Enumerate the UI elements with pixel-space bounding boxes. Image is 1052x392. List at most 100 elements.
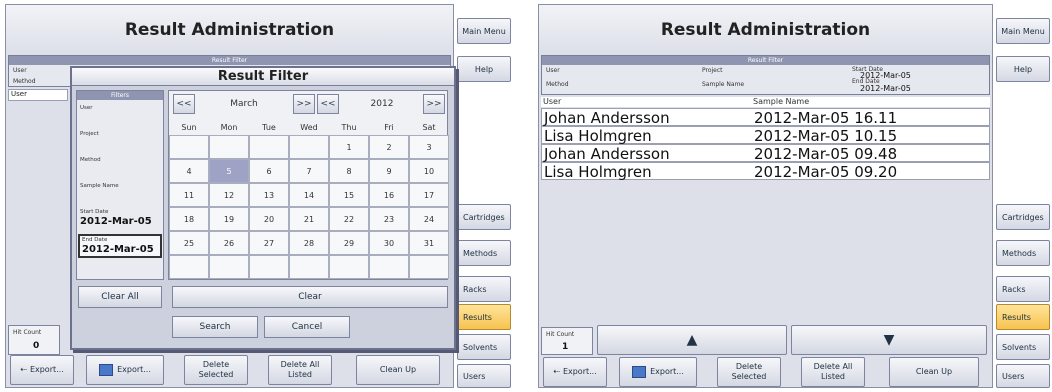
- calendar-day-cell[interactable]: 22: [329, 207, 369, 231]
- filter-user-label: User: [13, 67, 27, 74]
- main-menu-button-right[interactable]: Main Menu: [996, 18, 1050, 44]
- solvents-button[interactable]: Solvents: [457, 334, 511, 360]
- filter-row-project[interactable]: Project: [80, 131, 99, 137]
- calendar-day-cell[interactable]: 11: [169, 183, 209, 207]
- next-month-button[interactable]: >>: [293, 94, 315, 114]
- delete-all-listed-button-right[interactable]: Delete All Listed: [801, 357, 865, 387]
- calendar-day-cell[interactable]: 15: [329, 183, 369, 207]
- results-button-right[interactable]: Results: [996, 304, 1050, 330]
- search-button[interactable]: Search: [172, 316, 258, 338]
- calendar-day-cell[interactable]: [289, 135, 329, 159]
- row-date: 2012-Mar-05 16.11: [754, 109, 898, 127]
- calendar-day-cell[interactable]: 10: [409, 159, 449, 183]
- calendar-day-cell[interactable]: [369, 255, 409, 279]
- calendar-day-cell[interactable]: 31: [409, 231, 449, 255]
- calendar-day-cell[interactable]: 9: [369, 159, 409, 183]
- table-row[interactable]: Johan Andersson 2012-Mar-05 16.11: [541, 108, 990, 127]
- calendar-day-cell[interactable]: [249, 135, 289, 159]
- start-date-value[interactable]: 2012-Mar-05: [80, 216, 152, 227]
- hit-count-box-right: Hit Count 1: [541, 327, 593, 355]
- scroll-down-button[interactable]: ▼: [791, 325, 987, 355]
- results-button[interactable]: Results: [457, 304, 511, 330]
- calendar-day-cell[interactable]: 29: [329, 231, 369, 255]
- calendar-day-cell[interactable]: 2: [369, 135, 409, 159]
- export-network-button-right[interactable]: Export...: [619, 357, 697, 387]
- filter-row-user[interactable]: User: [80, 105, 93, 111]
- user-column-header[interactable]: User: [8, 89, 68, 101]
- methods-button-right[interactable]: Methods: [996, 240, 1050, 266]
- delete-all-listed-button[interactable]: Delete All Listed: [268, 355, 332, 385]
- end-date-field[interactable]: End Date 2012-Mar-05: [78, 234, 162, 258]
- calendar-day-cell[interactable]: 17: [409, 183, 449, 207]
- table-row[interactable]: Johan Andersson 2012-Mar-05 09.48: [541, 144, 990, 163]
- calendar-day-cell[interactable]: 25: [169, 231, 209, 255]
- clean-up-button[interactable]: Clean Up: [356, 355, 440, 385]
- table-row[interactable]: Lisa Holmgren 2012-Mar-05 10.15: [541, 126, 990, 145]
- calendar-day-cell[interactable]: 19: [209, 207, 249, 231]
- calendar-day-cell[interactable]: 23: [369, 207, 409, 231]
- help-button[interactable]: Help: [457, 56, 511, 82]
- clean-up-button-right[interactable]: Clean Up: [889, 357, 979, 387]
- row-date: 2012-Mar-05 09.48: [754, 145, 898, 163]
- result-filter-bar-right[interactable]: Result Filter User Method Project Sample…: [541, 55, 990, 95]
- filter-project-label: Project: [702, 67, 723, 74]
- calendar-day-cell[interactable]: 6: [249, 159, 289, 183]
- calendar-day-cell[interactable]: [209, 135, 249, 159]
- results-table-header[interactable]: User Sample Name: [541, 97, 990, 107]
- calendar-day-cell[interactable]: 5: [209, 159, 249, 183]
- racks-button-right[interactable]: Racks: [996, 276, 1050, 302]
- calendar-day-cell[interactable]: [169, 255, 209, 279]
- export-network-button[interactable]: Export...: [86, 355, 164, 385]
- calendar-day-cell[interactable]: 8: [329, 159, 369, 183]
- calendar-day-cell[interactable]: 4: [169, 159, 209, 183]
- calendar-day-cell[interactable]: 16: [369, 183, 409, 207]
- solvents-button-right[interactable]: Solvents: [996, 334, 1050, 360]
- users-button-right[interactable]: Users: [996, 364, 1050, 388]
- calendar-day-cell[interactable]: 14: [289, 183, 329, 207]
- delete-selected-button-right[interactable]: Delete Selected: [717, 357, 781, 387]
- filter-row-method[interactable]: Method: [80, 157, 101, 163]
- delete-selected-button[interactable]: Delete Selected: [184, 355, 248, 385]
- calendar-day-cell[interactable]: [289, 255, 329, 279]
- calendar-day-cell[interactable]: 27: [249, 231, 289, 255]
- calendar-day-cell[interactable]: 20: [249, 207, 289, 231]
- clear-button[interactable]: Clear: [172, 286, 448, 308]
- export-usb-button-right[interactable]: ⇠ Export...: [543, 357, 607, 387]
- prev-month-button[interactable]: <<: [173, 94, 195, 114]
- help-button-right[interactable]: Help: [996, 56, 1050, 82]
- calendar-day-cell[interactable]: 24: [409, 207, 449, 231]
- main-menu-button[interactable]: Main Menu: [457, 18, 511, 44]
- cartridges-button[interactable]: Cartridges: [457, 204, 511, 230]
- year-label: 2012: [370, 99, 394, 109]
- racks-button[interactable]: Racks: [457, 276, 511, 302]
- filter-row-sample-name[interactable]: Sample Name: [80, 183, 119, 189]
- calendar-day-cell[interactable]: 3: [409, 135, 449, 159]
- users-button[interactable]: Users: [457, 364, 511, 388]
- calendar-day-cell[interactable]: 13: [249, 183, 289, 207]
- calendar-day-cell[interactable]: [169, 135, 209, 159]
- clear-all-button[interactable]: Clear All: [78, 286, 162, 308]
- hit-count-value: 0: [33, 341, 40, 351]
- next-year-button[interactable]: >>: [423, 94, 445, 114]
- calendar-day-cell[interactable]: [329, 255, 369, 279]
- export-usb-button[interactable]: ⇠ Export...: [10, 355, 74, 385]
- methods-button[interactable]: Methods: [457, 240, 511, 266]
- calendar-day-cell[interactable]: 28: [289, 231, 329, 255]
- calendar-day-cell[interactable]: 7: [289, 159, 329, 183]
- calendar-day-cell[interactable]: 26: [209, 231, 249, 255]
- scroll-up-button[interactable]: ▲: [597, 325, 787, 355]
- cancel-button[interactable]: Cancel: [264, 316, 350, 338]
- calendar-day-cell[interactable]: [409, 255, 449, 279]
- table-row[interactable]: Lisa Holmgren 2012-Mar-05 09.20: [541, 162, 990, 181]
- cartridges-button-right[interactable]: Cartridges: [996, 204, 1050, 230]
- calendar-day-cell[interactable]: 1: [329, 135, 369, 159]
- filter-end-date-value: 2012-Mar-05: [860, 84, 911, 93]
- calendar-day-cell[interactable]: 12: [209, 183, 249, 207]
- calendar-day-cell[interactable]: [249, 255, 289, 279]
- calendar-day-cell[interactable]: [209, 255, 249, 279]
- filters-head: Filters: [77, 91, 163, 100]
- calendar-day-cell[interactable]: 18: [169, 207, 209, 231]
- prev-year-button[interactable]: <<: [317, 94, 339, 114]
- calendar-day-cell[interactable]: 30: [369, 231, 409, 255]
- calendar-day-cell[interactable]: 21: [289, 207, 329, 231]
